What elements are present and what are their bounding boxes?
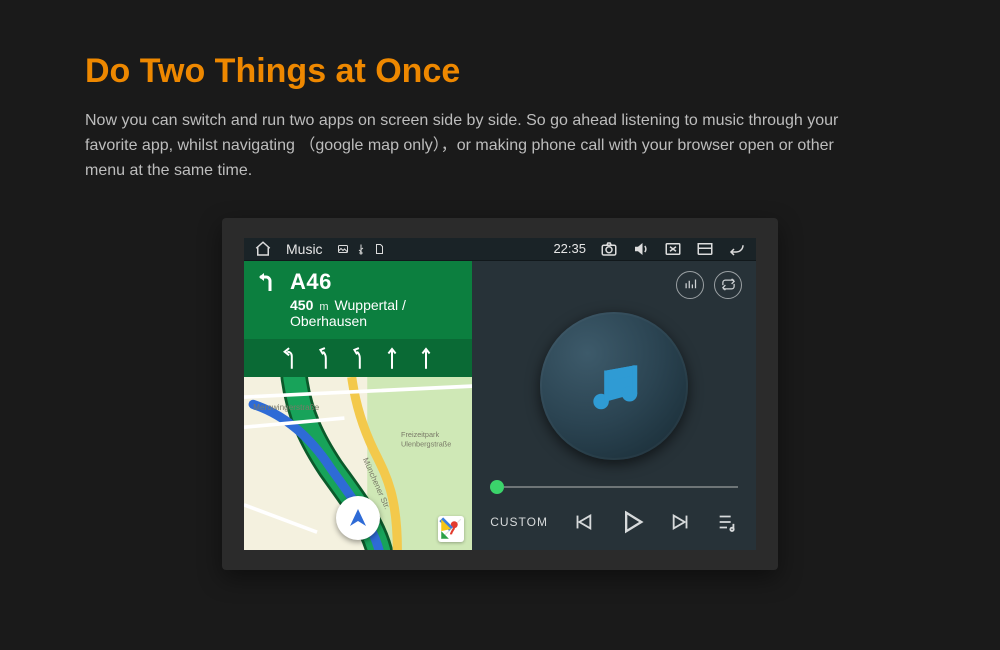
playlist-button[interactable] xyxy=(716,511,738,533)
repeat-button[interactable] xyxy=(714,271,742,299)
volume-icon[interactable] xyxy=(632,240,650,258)
usb-icon xyxy=(355,243,367,255)
seek-handle[interactable] xyxy=(490,480,504,494)
status-icons xyxy=(337,243,385,255)
lane-slight-left-icon xyxy=(349,345,367,371)
music-pane: CUSTOM xyxy=(472,261,756,550)
google-maps-badge-icon xyxy=(438,516,464,542)
seek-bar[interactable] xyxy=(490,480,738,494)
lane-slight-left-icon xyxy=(315,345,333,371)
nav-arrow-fab[interactable] xyxy=(336,496,380,540)
turn-left-icon xyxy=(256,270,280,294)
direction-banner: A46 450mWuppertal / Oberhausen xyxy=(244,261,472,339)
system-bar: Music 22:35 xyxy=(244,238,756,261)
album-art xyxy=(540,312,688,460)
next-button[interactable] xyxy=(670,511,692,533)
clock: 22:35 xyxy=(553,241,586,256)
player-controls: CUSTOM xyxy=(486,496,742,550)
device-screen: Music 22:35 xyxy=(244,238,756,550)
lane-guidance xyxy=(244,339,472,377)
music-note-icon xyxy=(583,355,645,417)
tablet-device: Music 22:35 xyxy=(222,218,778,570)
play-mode-label[interactable]: CUSTOM xyxy=(490,515,548,529)
destination-line: 450mWuppertal / Oberhausen xyxy=(290,297,460,329)
svg-text:Merowingerstraße: Merowingerstraße xyxy=(253,402,320,411)
back-icon[interactable] xyxy=(728,240,746,258)
previous-button[interactable] xyxy=(572,511,594,533)
close-app-icon[interactable] xyxy=(664,240,682,258)
equalizer-button[interactable] xyxy=(676,271,704,299)
road-name: A46 xyxy=(290,269,332,295)
camera-icon[interactable] xyxy=(600,240,618,258)
lane-left-icon xyxy=(281,345,299,371)
active-app-label: Music xyxy=(286,241,323,257)
page-description: Now you can switch and run two apps on s… xyxy=(0,91,930,183)
lane-straight-icon xyxy=(383,345,401,371)
page-title: Do Two Things at Once xyxy=(0,0,1000,91)
lane-straight-icon xyxy=(417,345,435,371)
navigation-pane[interactable]: A46 450mWuppertal / Oberhausen xyxy=(244,261,472,550)
home-icon[interactable] xyxy=(254,240,272,258)
image-icon xyxy=(337,243,349,255)
splitscreen-icon[interactable] xyxy=(696,240,714,258)
play-button[interactable] xyxy=(618,508,646,536)
sd-card-icon xyxy=(373,243,385,255)
map-canvas[interactable]: Merowingerstraße Münchener Str. Freizeit… xyxy=(244,377,472,550)
